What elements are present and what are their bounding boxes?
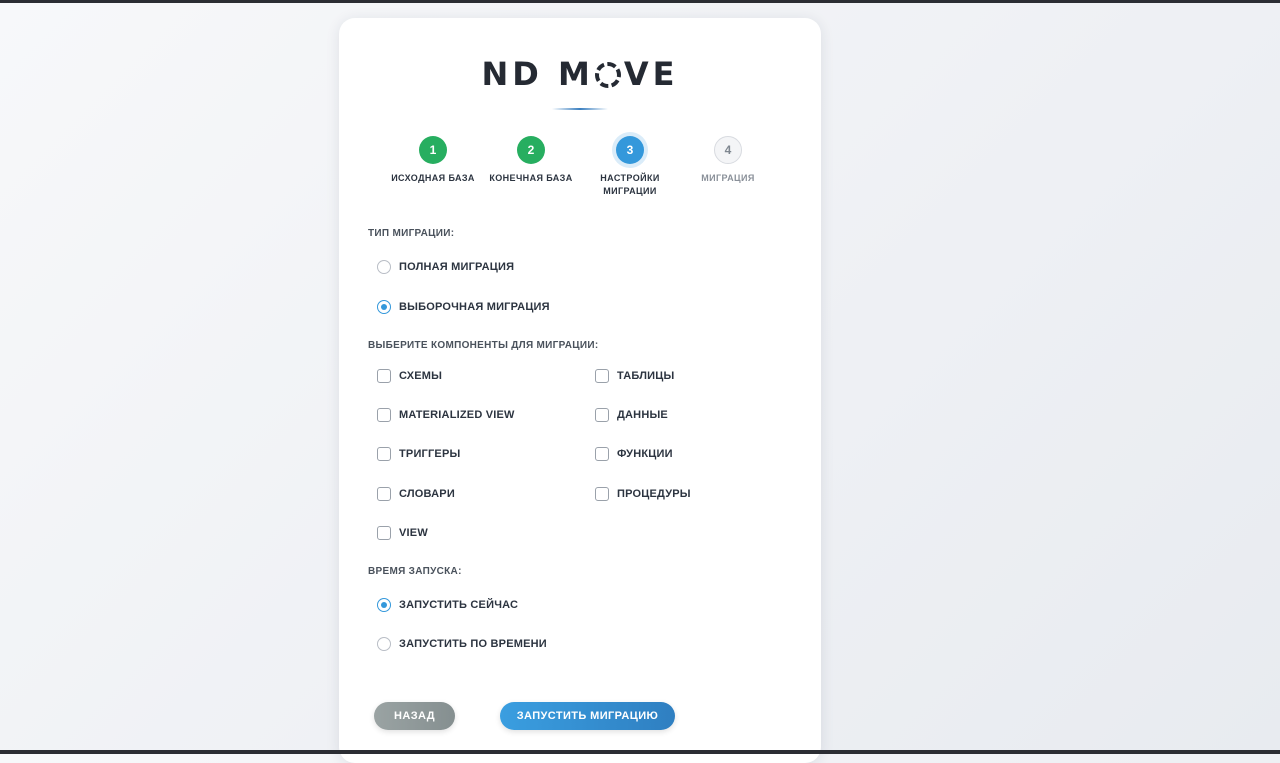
checkbox-functions[interactable]: ФУНКЦИИ	[595, 444, 673, 464]
radio-run-now-label: ЗАПУСТИТЬ СЕЙЧАС	[399, 599, 519, 611]
checkbox-data-label: ДАННЫЕ	[617, 409, 668, 421]
radio-selective-migration-label: ВЫБОРОЧНАЯ МИГРАЦИЯ	[399, 301, 550, 313]
launch-time-label: ВРЕМЯ ЗАПУСКА:	[368, 566, 462, 577]
logo-underline	[552, 108, 608, 110]
checkbox-procedures[interactable]: ПРОЦЕДУРЫ	[595, 484, 691, 504]
checkbox-tables-label: ТАБЛИЦЫ	[617, 370, 675, 382]
migration-type-label: ТИП МИГРАЦИИ:	[368, 228, 455, 239]
step-source-db: 1 ИСХОДНАЯ БАЗА	[383, 136, 483, 185]
step-4-circle: 4	[714, 136, 742, 164]
step-1-label: ИСХОДНАЯ БАЗА	[391, 173, 475, 183]
radio-full-migration-label: ПОЛНАЯ МИГРАЦИЯ	[399, 261, 515, 273]
checkbox-data-control[interactable]	[595, 408, 609, 422]
app-logo: ND M VE	[339, 54, 821, 94]
step-migration: 4 МИГРАЦИЯ	[678, 136, 778, 185]
checkbox-dictionaries-control[interactable]	[377, 487, 391, 501]
radio-full-migration-control[interactable]	[377, 260, 391, 274]
radio-selective-migration-control[interactable]	[377, 300, 391, 314]
checkbox-functions-control[interactable]	[595, 447, 609, 461]
back-button[interactable]: НАЗАД	[374, 702, 455, 730]
checkbox-dictionaries-label: СЛОВАРИ	[399, 488, 455, 500]
checkbox-view-control[interactable]	[377, 526, 391, 540]
step-target-db: 2 КОНЕЧНАЯ БАЗА	[481, 136, 581, 185]
checkbox-tables[interactable]: ТАБЛИЦЫ	[595, 366, 674, 386]
checkbox-triggers-control[interactable]	[377, 447, 391, 461]
step-2-label: КОНЕЧНАЯ БАЗА	[489, 173, 573, 183]
checkbox-materialized-view-control[interactable]	[377, 408, 391, 422]
checkbox-data[interactable]: ДАННЫЕ	[595, 405, 668, 425]
window-top-bar	[0, 0, 1280, 3]
checkbox-functions-label: ФУНКЦИИ	[617, 448, 673, 460]
radio-run-now-control[interactable]	[377, 598, 391, 612]
checkbox-schemas-control[interactable]	[377, 369, 391, 383]
logo-text-right: VE	[623, 55, 679, 93]
step-3-label: НАСТРОЙКИ МИГРАЦИИ	[600, 173, 660, 196]
migration-settings-card: ND M VE 1 ИСХОДНАЯ БАЗА 2 КОНЕЧНАЯ БАЗА 3…	[339, 18, 821, 763]
start-migration-button[interactable]: ЗАПУСТИТЬ МИГРАЦИЮ	[500, 702, 675, 730]
checkbox-dictionaries[interactable]: СЛОВАРИ	[377, 484, 455, 504]
checkbox-triggers[interactable]: ТРИГГЕРЫ	[377, 444, 460, 464]
step-2-circle: 2	[517, 136, 545, 164]
step-migration-settings: 3 НАСТРОЙКИ МИГРАЦИИ	[580, 136, 680, 198]
window-bottom-bar	[0, 750, 1280, 754]
checkbox-materialized-view-label: MATERIALIZED VIEW	[399, 409, 515, 421]
radio-run-scheduled[interactable]: ЗАПУСТИТЬ ПО ВРЕМЕНИ	[377, 634, 547, 654]
radio-run-now[interactable]: ЗАПУСТИТЬ СЕЙЧАС	[377, 595, 518, 615]
checkbox-tables-control[interactable]	[595, 369, 609, 383]
step-4-label: МИГРАЦИЯ	[701, 173, 755, 183]
radio-selective-migration[interactable]: ВЫБОРОЧНАЯ МИГРАЦИЯ	[377, 297, 550, 317]
checkbox-materialized-view[interactable]: MATERIALIZED VIEW	[377, 405, 515, 425]
logo-o-ring-icon	[594, 62, 621, 88]
logo-text-left: ND M	[481, 55, 594, 93]
checkbox-procedures-label: ПРОЦЕДУРЫ	[617, 488, 691, 500]
checkbox-schemas-label: СХЕМЫ	[399, 370, 443, 382]
checkbox-view-label: VIEW	[399, 527, 428, 539]
checkbox-triggers-label: ТРИГГЕРЫ	[399, 448, 461, 460]
checkbox-schemas[interactable]: СХЕМЫ	[377, 366, 442, 386]
radio-full-migration[interactable]: ПОЛНАЯ МИГРАЦИЯ	[377, 257, 514, 277]
radio-run-scheduled-control[interactable]	[377, 637, 391, 651]
components-label: ВЫБЕРИТЕ КОМПОНЕНТЫ ДЛЯ МИГРАЦИИ:	[368, 340, 599, 351]
checkbox-view[interactable]: VIEW	[377, 523, 428, 543]
step-1-circle: 1	[419, 136, 447, 164]
radio-run-scheduled-label: ЗАПУСТИТЬ ПО ВРЕМЕНИ	[399, 638, 547, 650]
checkbox-procedures-control[interactable]	[595, 487, 609, 501]
step-3-circle: 3	[616, 136, 644, 164]
